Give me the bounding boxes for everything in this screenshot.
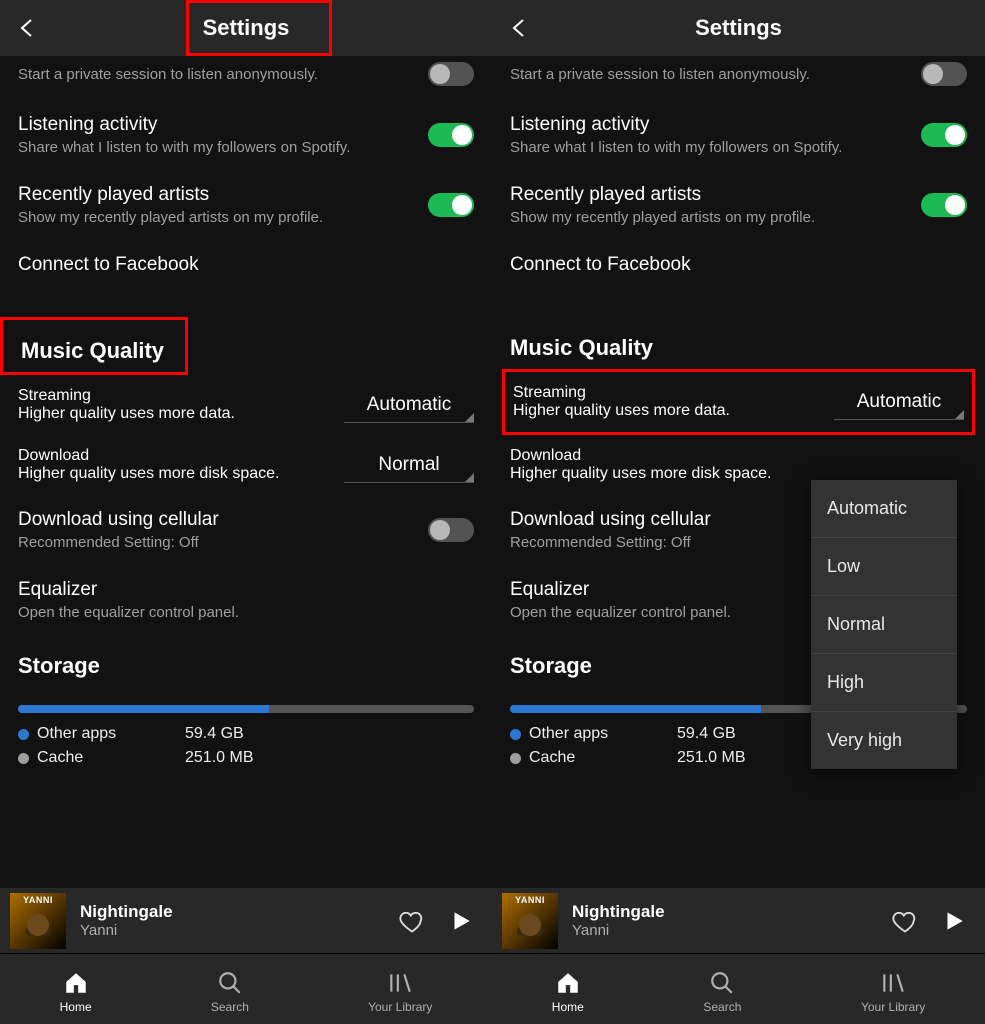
toggle-private-session[interactable] bbox=[428, 62, 474, 86]
dropdown-streaming-quality: Automatic Low Normal High Very high bbox=[811, 480, 957, 769]
option-low[interactable]: Low bbox=[811, 538, 957, 596]
search-icon bbox=[217, 970, 243, 996]
setting-private-session[interactable]: Start a private session to listen anonym… bbox=[510, 56, 967, 100]
tab-search[interactable]: Search bbox=[211, 970, 249, 1014]
setting-listening-activity[interactable]: Listening activity Share what I listen t… bbox=[18, 100, 474, 170]
dot-grey-icon bbox=[510, 753, 521, 764]
setting-connect-facebook[interactable]: Connect to Facebook bbox=[510, 240, 967, 293]
tab-home[interactable]: Home bbox=[60, 970, 92, 1014]
option-very-high[interactable]: Very high bbox=[811, 712, 957, 769]
setting-recently-played[interactable]: Recently played artists Show my recently… bbox=[510, 170, 967, 240]
home-icon bbox=[555, 970, 581, 996]
toggle-download-cellular[interactable] bbox=[428, 518, 474, 542]
screenshot-right: Settings Start a private session to list… bbox=[492, 0, 985, 1024]
now-playing-bar[interactable]: Nightingale Yanni bbox=[492, 888, 985, 954]
option-high[interactable]: High bbox=[811, 654, 957, 712]
header-bar: Settings bbox=[492, 0, 985, 56]
dot-blue-icon bbox=[18, 729, 29, 740]
tab-bar: Home Search Your Library bbox=[492, 954, 985, 1024]
tab-library[interactable]: Your Library bbox=[861, 970, 925, 1014]
legend-cache: Cache 251.0 MB bbox=[18, 749, 474, 767]
dot-blue-icon bbox=[510, 729, 521, 740]
toggle-listening-activity[interactable] bbox=[428, 123, 474, 147]
option-automatic[interactable]: Automatic bbox=[811, 480, 957, 538]
tab-library[interactable]: Your Library bbox=[368, 970, 432, 1014]
back-icon[interactable] bbox=[16, 16, 40, 40]
tab-search[interactable]: Search bbox=[703, 970, 741, 1014]
setting-streaming[interactable]: Streaming Higher quality uses more data.… bbox=[18, 375, 474, 435]
legend-other-apps: Other apps 59.4 GB bbox=[18, 725, 474, 743]
toggle-listening-activity[interactable] bbox=[921, 123, 967, 147]
select-streaming[interactable]: Automatic bbox=[344, 388, 474, 423]
back-icon[interactable] bbox=[508, 16, 532, 40]
setting-private-session[interactable]: Start a private session to listen anonym… bbox=[18, 56, 474, 100]
album-art[interactable] bbox=[10, 893, 66, 949]
now-playing-title: Nightingale bbox=[80, 902, 398, 922]
tab-home[interactable]: Home bbox=[552, 970, 584, 1014]
heart-icon[interactable] bbox=[891, 907, 919, 935]
play-icon[interactable] bbox=[448, 908, 474, 934]
toggle-recently-played[interactable] bbox=[921, 193, 967, 217]
library-icon bbox=[880, 970, 906, 996]
tab-bar: Home Search Your Library bbox=[0, 954, 492, 1024]
section-head-storage: Storage bbox=[18, 635, 474, 687]
heart-icon[interactable] bbox=[398, 907, 426, 935]
select-download[interactable]: Normal bbox=[344, 448, 474, 483]
setting-streaming[interactable]: Streaming Higher quality uses more data.… bbox=[502, 369, 975, 435]
library-icon bbox=[387, 970, 413, 996]
now-playing-bar[interactable]: Nightingale Yanni bbox=[0, 888, 492, 954]
section-head-music-quality: Music Quality bbox=[0, 317, 188, 375]
home-icon bbox=[63, 970, 89, 996]
setting-connect-facebook[interactable]: Connect to Facebook bbox=[18, 240, 474, 293]
page-title: Settings bbox=[203, 15, 290, 41]
storage-bar bbox=[18, 705, 474, 713]
setting-listening-activity[interactable]: Listening activity Share what I listen t… bbox=[510, 100, 967, 170]
toggle-recently-played[interactable] bbox=[428, 193, 474, 217]
setting-download-cellular[interactable]: Download using cellular Recommended Sett… bbox=[18, 495, 474, 565]
album-art[interactable] bbox=[502, 893, 558, 949]
now-playing-title: Nightingale bbox=[572, 902, 891, 922]
select-streaming[interactable]: Automatic bbox=[834, 385, 964, 420]
option-normal[interactable]: Normal bbox=[811, 596, 957, 654]
setting-download[interactable]: Download Higher quality uses more disk s… bbox=[18, 435, 474, 495]
page-title: Settings bbox=[695, 15, 782, 41]
setting-recently-played[interactable]: Recently played artists Show my recently… bbox=[18, 170, 474, 240]
setting-equalizer[interactable]: Equalizer Open the equalizer control pan… bbox=[18, 565, 474, 635]
search-icon bbox=[709, 970, 735, 996]
header-bar: Settings bbox=[0, 0, 492, 56]
play-icon[interactable] bbox=[941, 908, 967, 934]
screenshot-left: Settings Start a private session to list… bbox=[0, 0, 492, 1024]
section-head-music-quality: Music Quality bbox=[510, 317, 967, 369]
toggle-private-session[interactable] bbox=[921, 62, 967, 86]
now-playing-artist: Yanni bbox=[80, 922, 398, 939]
dot-grey-icon bbox=[18, 753, 29, 764]
now-playing-artist: Yanni bbox=[572, 922, 891, 939]
